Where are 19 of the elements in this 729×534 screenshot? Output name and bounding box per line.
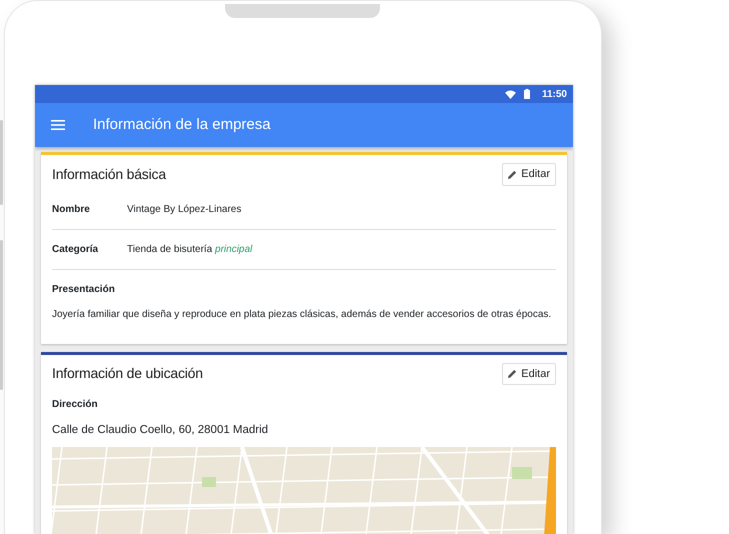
pencil-icon [508,369,518,378]
menu-icon[interactable] [51,120,65,130]
field-label: Categoría [52,242,100,256]
field-value: Joyería familiar que diseña y reproduce en plata piezas clásicas, además de vender accesorios de otras épocas. [52,308,552,322]
field-value: Tienda de bisutería principal [127,242,252,256]
field-label: Nombre [52,202,91,216]
app-bar-title: Información de la empresa [93,114,271,135]
pencil-icon [508,170,518,179]
field-label: Dirección [52,398,99,412]
battery-icon [524,89,530,99]
wifi-icon [504,90,516,98]
field-label: Presentación [52,282,116,296]
field-value: Vintage By López-Linares [127,202,242,216]
address-text: Calle de Claudio Coello, 60, 28001 Madrid [52,423,270,438]
card-title: Información de ubicación [52,364,203,384]
status-time: 11:50 [542,88,567,102]
edit-button[interactable]: Editar [502,163,556,186]
edit-button[interactable]: Editar [502,362,556,385]
card-title: Información básica [52,164,166,184]
